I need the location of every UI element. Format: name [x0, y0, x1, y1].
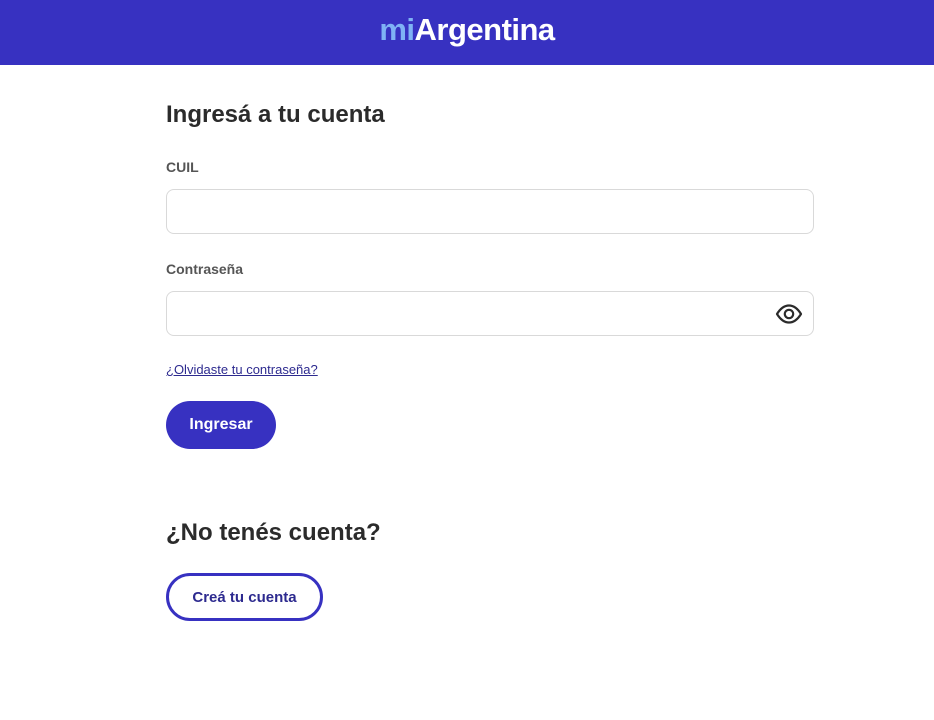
cuil-label: CUIL: [166, 159, 199, 175]
logo-prefix: mi: [379, 12, 415, 47]
eye-icon: [775, 304, 803, 324]
top-header-bar: miArgentina: [0, 0, 934, 65]
password-label: Contraseña: [166, 261, 244, 277]
page-title: Ingresá a tu cuenta: [166, 101, 385, 128]
password-visibility-toggle[interactable]: [772, 301, 806, 327]
no-account-heading: ¿No tenés cuenta?: [166, 519, 381, 546]
forgot-password-link[interactable]: ¿Olvidaste tu contraseña?: [166, 362, 318, 377]
cuil-input[interactable]: [166, 189, 814, 234]
miargentina-logo[interactable]: miArgentina: [379, 12, 556, 47]
create-account-button[interactable]: Creá tu cuenta: [166, 573, 323, 621]
password-input[interactable]: [166, 291, 814, 336]
login-button[interactable]: Ingresar: [166, 401, 276, 449]
logo-suffix: Argentina: [414, 12, 556, 47]
